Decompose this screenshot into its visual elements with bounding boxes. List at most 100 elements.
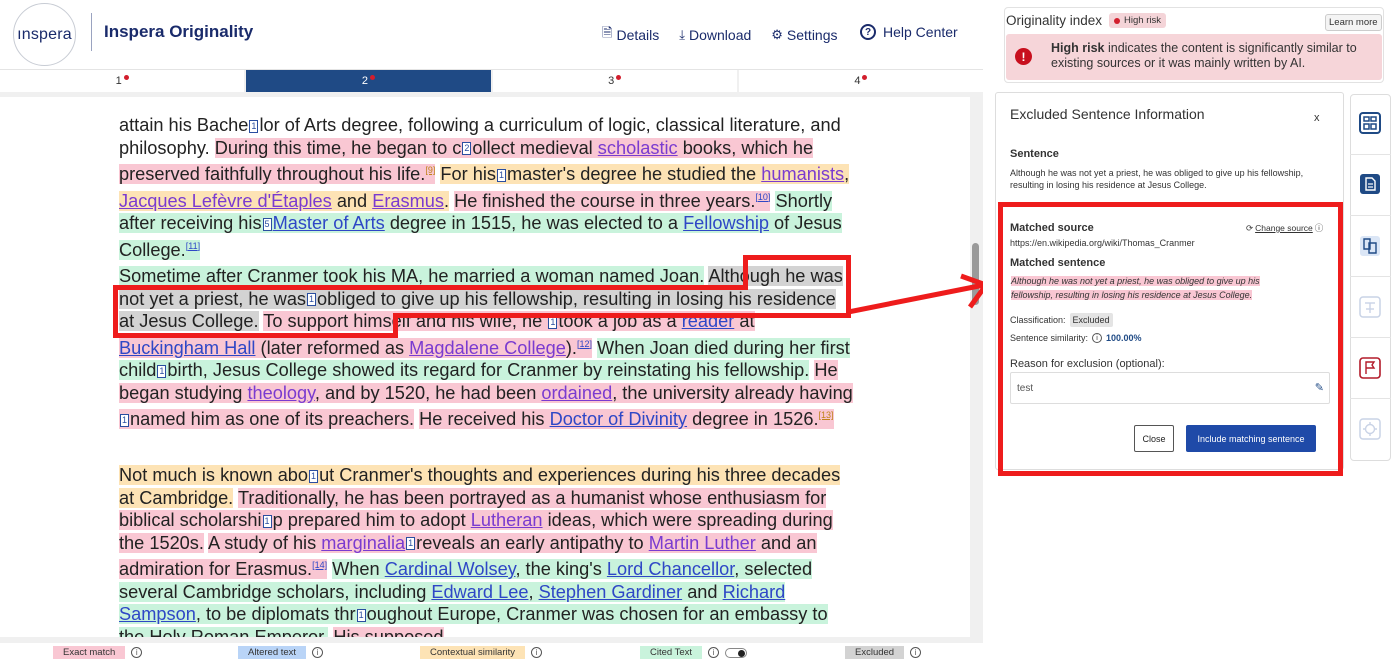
ai-icon[interactable] xyxy=(1355,414,1385,444)
help-center-button[interactable]: ? Help Center xyxy=(860,24,958,40)
learn-more-button[interactable]: Learn more xyxy=(1325,14,1382,31)
info-icon: ⓘ xyxy=(1314,223,1324,233)
match-marker[interactable]: 1 xyxy=(309,469,319,483)
link-humanists[interactable]: humanists xyxy=(761,164,844,184)
legend-contextual-label: Contextual similarity xyxy=(420,646,525,659)
match-marker[interactable]: 1 xyxy=(157,364,167,378)
link-master-of-arts[interactable]: Master of Arts xyxy=(273,213,385,233)
document-viewer: ınspera Inspera Originality 🗎 Details ⤓ Do… xyxy=(0,0,990,662)
overview-icon[interactable] xyxy=(1355,108,1385,138)
match-marker[interactable]: 1 xyxy=(356,608,366,622)
rail-divider xyxy=(1350,154,1391,155)
match-marker[interactable]: 1 xyxy=(307,293,317,307)
settings-label: Settings xyxy=(786,27,838,43)
help-center-label: Help Center xyxy=(883,24,958,40)
link-erasmus[interactable]: Erasmus xyxy=(372,191,444,211)
legend-excluded: Excluded i xyxy=(845,646,922,659)
link-reader[interactable]: reader xyxy=(682,311,735,331)
link-stephen-gardiner[interactable]: Stephen Gardiner xyxy=(539,582,683,602)
page-dot-icon xyxy=(862,74,868,80)
link-theology[interactable]: theology xyxy=(247,383,314,403)
legend-contextual: Contextual similarity i xyxy=(420,646,542,659)
link-edward-lee[interactable]: Edward Lee xyxy=(431,582,528,602)
matched-sentence-highlight: Although he was not yet a priest, he was… xyxy=(1011,276,1260,300)
include-matching-sentence-button[interactable]: Include matching sentence xyxy=(1186,425,1316,452)
change-source-label: Change source xyxy=(1255,223,1313,233)
reason-value: test xyxy=(1017,383,1034,394)
question-icon: ? xyxy=(860,24,876,40)
reason-input[interactable]: test ✎ xyxy=(1010,372,1330,404)
link-magdalene-college[interactable]: Magdalene College xyxy=(409,338,566,358)
page-tab-label: 4 xyxy=(854,75,861,87)
page-tab-label: 1 xyxy=(115,75,122,87)
page-tab-4[interactable]: 4 xyxy=(739,70,983,92)
page-tab-3[interactable]: 3 xyxy=(493,70,739,92)
document-icon[interactable] xyxy=(1355,169,1385,199)
link-martin-luther[interactable]: Martin Luther xyxy=(649,533,756,553)
document-scrollbar[interactable] xyxy=(972,243,979,305)
match-marker[interactable]: 1 xyxy=(548,315,558,329)
settings-button[interactable]: ⚙ Settings xyxy=(771,24,837,46)
match-marker[interactable]: 1 xyxy=(120,413,130,427)
page-tab-1[interactable]: 1 xyxy=(0,70,247,92)
inspera-logo[interactable]: ınspera xyxy=(13,3,76,66)
rail-divider xyxy=(1350,276,1391,277)
compare-icon[interactable] xyxy=(1355,231,1385,261)
page-tab-label: 3 xyxy=(608,75,615,87)
document-icon: 🗎 xyxy=(602,25,613,40)
link-lutheran[interactable]: Lutheran xyxy=(471,510,543,530)
info-icon[interactable]: i xyxy=(131,647,143,658)
page-tab-label: 2 xyxy=(361,75,368,87)
flag-icon[interactable] xyxy=(1355,353,1385,383)
download-button[interactable]: ⤓ Download xyxy=(679,24,751,46)
cited-text-toggle[interactable] xyxy=(725,647,748,658)
change-source-button[interactable]: ⟳ Change source ⓘ xyxy=(1246,222,1323,234)
alert-icon: ! xyxy=(1015,48,1032,65)
originality-header: Originality index High risk xyxy=(1006,13,1166,28)
risk-badge: High risk xyxy=(1109,13,1166,28)
close-button[interactable]: Close xyxy=(1134,425,1174,452)
close-icon[interactable]: x xyxy=(1314,112,1320,124)
risk-dot-icon xyxy=(1114,17,1121,24)
page-dot-icon xyxy=(616,74,622,80)
match-marker[interactable]: 1 xyxy=(497,168,507,182)
info-icon[interactable]: i xyxy=(531,647,542,658)
match-marker[interactable]: 2 xyxy=(462,142,472,156)
rail-divider xyxy=(1350,337,1391,338)
page-tab-2[interactable]: 2 xyxy=(246,70,493,92)
link-lord-chancellor[interactable]: Lord Chancellor xyxy=(607,559,734,579)
link-fellowship[interactable]: Fellowship xyxy=(683,213,769,233)
legend-bar: Exact match i Altered text i Contextual si… xyxy=(0,643,983,662)
sentence-label: Sentence xyxy=(1010,148,1059,160)
edit-icon[interactable]: ✎ xyxy=(1315,381,1324,394)
app-title: Inspera Originality xyxy=(104,22,254,41)
download-label: Download xyxy=(689,27,752,43)
info-icon[interactable]: i xyxy=(708,647,720,658)
match-marker[interactable]: 1 xyxy=(262,514,272,528)
info-icon[interactable]: i xyxy=(910,647,922,658)
translate-icon[interactable] xyxy=(1355,292,1385,322)
link-cardinal-wolsey[interactable]: Cardinal Wolsey xyxy=(385,559,516,579)
classification-badge: Excluded xyxy=(1069,313,1113,327)
matched-sentence-label: Matched sentence xyxy=(1010,257,1106,269)
paragraph-3: Not much is known abo 1 ut Cranmer's thoug… xyxy=(119,464,854,637)
info-icon[interactable]: i xyxy=(312,647,324,658)
link-ordained[interactable]: ordained xyxy=(541,383,612,403)
app-root: ınspera Inspera Originality 🗎 Details ⤓ Do… xyxy=(0,0,1391,662)
details-button[interactable]: 🗎 Details xyxy=(602,24,659,46)
link-lefevre[interactable]: Jacques Lefèvre d'Étaples xyxy=(119,191,332,211)
match-marker[interactable]: 1 xyxy=(249,119,259,133)
risk-badge-label: High risk xyxy=(1124,15,1161,26)
link-buckingham-hall[interactable]: Buckingham Hall xyxy=(119,338,255,358)
originality-title: Originality index xyxy=(1006,13,1103,28)
similarity-value: 100.00% xyxy=(1106,333,1142,343)
match-marker[interactable]: 5 xyxy=(262,217,272,231)
gear-icon: ⚙ xyxy=(771,27,783,42)
link-scholastic[interactable]: scholastic xyxy=(598,138,678,158)
link-doctor-of-divinity[interactable]: Doctor of Divinity xyxy=(550,409,687,429)
info-icon[interactable]: i xyxy=(1092,333,1103,343)
matched-source-url[interactable]: https://en.wikipedia.org/wiki/Thomas_Cra… xyxy=(1010,237,1195,249)
link-marginalia[interactable]: marginalia xyxy=(321,533,405,553)
page-dot-icon xyxy=(123,74,129,80)
match-marker[interactable]: 1 xyxy=(406,537,416,551)
